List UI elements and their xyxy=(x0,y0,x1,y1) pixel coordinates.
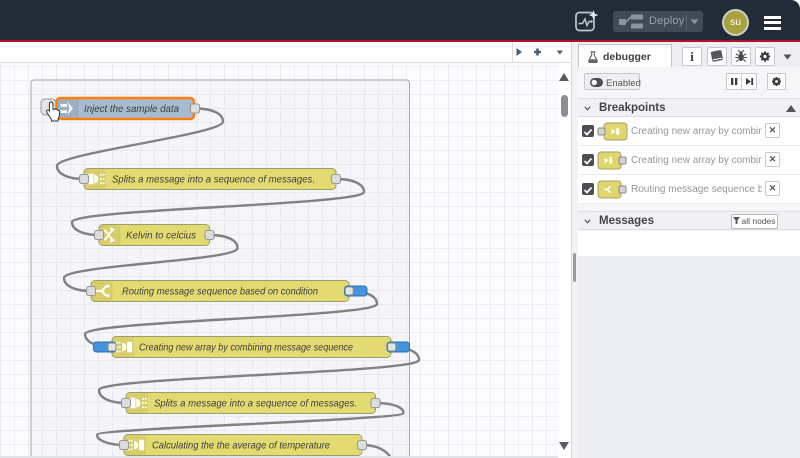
svg-text:Splits a message into a sequen: Splits a message into a sequence of mess… xyxy=(112,175,315,186)
svg-text:Splits a message into a sequen: Splits a message into a sequence of mess… xyxy=(154,399,357,410)
svg-text:Inject the sample data: Inject the sample data xyxy=(84,104,179,115)
svg-text:Calculating the the average of: Calculating the the average of temperatu… xyxy=(152,441,330,452)
svg-text:Creating new array by combinin: Creating new array by combining message … xyxy=(139,343,353,354)
svg-text:Routing message sequence based: Routing message sequence based on condit… xyxy=(122,287,318,298)
svg-text:Kelvin to celcius: Kelvin to celcius xyxy=(126,231,196,242)
